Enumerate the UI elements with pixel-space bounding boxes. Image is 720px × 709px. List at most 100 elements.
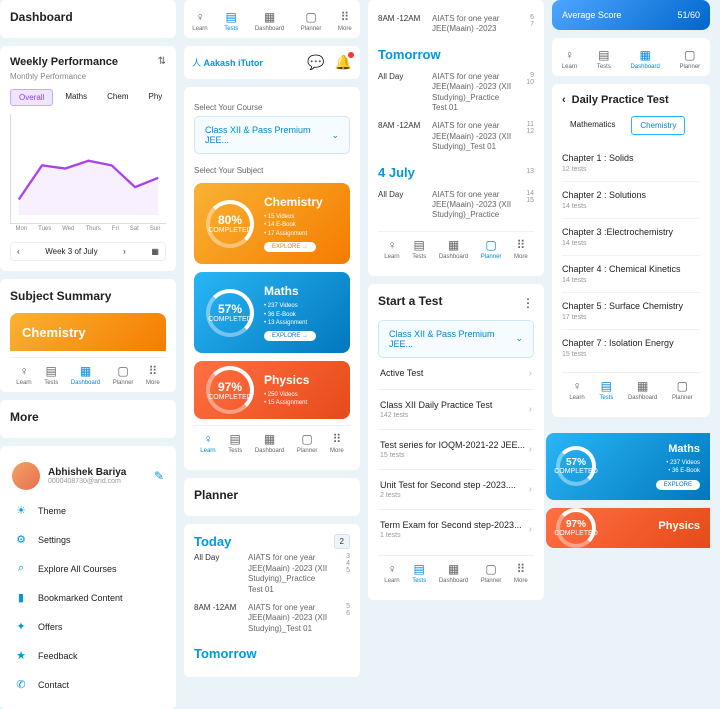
event-row[interactable]: All Day AIATS for one year JEE(Maain) -2… — [378, 186, 534, 225]
chapter-item[interactable]: Chapter 5 : Surface Chemistry17 tests — [562, 293, 700, 330]
tab-chemistry[interactable]: Chemistry — [631, 116, 685, 135]
nav-dashboard[interactable]: ▦Dashboard — [628, 379, 657, 401]
tab-overall[interactable]: Overall — [10, 89, 53, 106]
event-row[interactable]: All Day AIATS for one year JEE(Maain) -2… — [378, 68, 534, 118]
doc-icon: ▤ — [46, 364, 57, 378]
nav-planner[interactable]: ▢Planner — [297, 432, 318, 454]
star-icon: ✦ — [14, 620, 28, 633]
explore-button[interactable]: EXPLORE — [656, 480, 700, 490]
nav-planner[interactable]: ▢Planner — [301, 10, 322, 32]
edit-icon[interactable]: ✎ — [154, 469, 164, 483]
nav-planner[interactable]: ▢Planner — [679, 48, 700, 70]
sort-icon[interactable]: ⇅ — [158, 56, 166, 67]
nav-learn[interactable]: ♀Learn — [562, 48, 577, 70]
nav-more[interactable]: ⠿More — [338, 10, 352, 32]
subject-card-maths[interactable]: 57%COMPLETED Maths • 237 Videos• 36 E-Bo… — [194, 272, 350, 353]
tab-phy[interactable]: Phy — [140, 89, 170, 106]
dash-icon: ▦ — [80, 364, 91, 378]
test-item[interactable]: Term Exam for Second step-2023...1 tests… — [378, 510, 534, 549]
july4-header: 4 July — [378, 165, 415, 180]
nav-dashboard[interactable]: ▦Dashboard — [71, 364, 100, 386]
test-item[interactable]: Active Test› — [378, 358, 534, 390]
nav-more[interactable]: ⠿More — [146, 364, 160, 386]
nav-learn[interactable]: ♀Learn — [569, 379, 584, 401]
nav-tests[interactable]: ▤Tests — [412, 238, 426, 260]
menu-explore[interactable]: ⌕Explore All Courses — [10, 554, 166, 583]
week-next-icon[interactable]: › — [123, 247, 126, 256]
calendar-icon[interactable]: ▦ — [151, 247, 159, 256]
nav-dashboard[interactable]: ▦Dashboard — [255, 432, 284, 454]
kebab-icon[interactable]: ⋮ — [522, 296, 534, 310]
menu-feedback[interactable]: ★Feedback — [10, 641, 166, 670]
nav-dashboard[interactable]: ▦Dashboard — [439, 562, 468, 584]
profile-row[interactable]: Abhishek Bariya 0000408730@arid.com ✎ — [10, 456, 166, 496]
summary-chem-label: Chemistry — [22, 325, 86, 340]
nav-tests[interactable]: ▤Tests — [228, 432, 242, 454]
explore-button[interactable]: EXPLORE → — [264, 331, 316, 341]
nav-learn[interactable]: ♀Learn — [200, 432, 215, 454]
course-dropdown[interactable]: Class XII & Pass Premium JEE...⌄ — [378, 320, 534, 358]
menu-settings[interactable]: ⚙Settings — [10, 525, 166, 554]
weekly-perf-title: Weekly Performance — [10, 56, 118, 68]
search-icon: ⌕ — [14, 562, 28, 575]
nav-planner[interactable]: ▢Planner — [481, 238, 502, 260]
nav-learn[interactable]: ♀Learn — [384, 562, 399, 584]
test-item[interactable]: Unit Test for Second step -2023....2 tes… — [378, 470, 534, 510]
menu-theme[interactable]: ☀Theme — [10, 496, 166, 525]
tab-chem[interactable]: Chem — [99, 89, 136, 106]
event-row[interactable]: 8AM -12AM AIATS for one year JEE(Maain) … — [194, 599, 350, 638]
chapter-item[interactable]: Chapter 2 : Solutions14 tests — [562, 182, 700, 219]
test-item[interactable]: Class XII Daily Practice Test142 tests› — [378, 390, 534, 430]
nav-tests[interactable]: ▤Tests — [224, 10, 238, 32]
tab-mathematics[interactable]: Mathematics — [562, 116, 623, 135]
nav-tests[interactable]: ▤Tests — [599, 379, 613, 401]
subject-card-chemistry[interactable]: 80%COMPLETED Chemistry • 15 Videos• 14 E… — [194, 183, 350, 264]
event-row[interactable]: 8AM -12AM AIATS for one year JEE(Maain) … — [378, 117, 534, 156]
week-prev-icon[interactable]: ‹ — [17, 247, 20, 256]
menu-contact[interactable]: ✆Contact — [10, 670, 166, 699]
nav-tests[interactable]: ▤Tests — [44, 364, 58, 386]
chat-icon[interactable]: 💬 — [307, 54, 324, 71]
dpt-title: Daily Practice Test — [572, 94, 669, 106]
nav-more[interactable]: ⠿More — [330, 432, 344, 454]
nav-more[interactable]: ⠿More — [514, 562, 528, 584]
nav-dashboard[interactable]: ▦Dashboard — [255, 10, 284, 32]
nav-planner[interactable]: ▢Planner — [481, 562, 502, 584]
chart-days: MonTuesWedThursFriSatSun — [10, 226, 166, 232]
test-item[interactable]: Test series for IOQM-2021-22 JEE...15 te… — [378, 430, 534, 470]
bell-icon[interactable]: 🔔 — [335, 54, 352, 71]
nav-learn[interactable]: ♀Learn — [192, 10, 207, 32]
nav-tests[interactable]: ▤Tests — [597, 48, 611, 70]
nav-planner[interactable]: ▢Planner — [672, 379, 693, 401]
chevron-down-icon: ⌄ — [515, 333, 523, 344]
nav-more[interactable]: ⠿More — [514, 238, 528, 260]
menu-offers[interactable]: ✦Offers — [10, 612, 166, 641]
event-row[interactable]: All Day AIATS for one year JEE(Maain) -2… — [194, 549, 350, 599]
nav-learn[interactable]: ♀Learn — [16, 364, 31, 386]
phone-icon: ✆ — [14, 678, 28, 691]
tomorrow-header: Tomorrow — [378, 47, 534, 62]
back-icon[interactable]: ‹ — [562, 94, 566, 106]
nav-dashboard[interactable]: ▦Dashboard — [630, 48, 659, 70]
tab-maths[interactable]: Maths — [57, 89, 95, 106]
nav-learn[interactable]: ♀Learn — [384, 238, 399, 260]
today-header: Today — [194, 534, 231, 549]
nav-planner[interactable]: ▢Planner — [113, 364, 134, 386]
chapter-item[interactable]: Chapter 3 :Electrochemistry14 tests — [562, 219, 700, 256]
dashboard-title: Dashboard — [10, 10, 166, 24]
explore-button[interactable]: EXPLORE → — [264, 242, 316, 252]
subject-card-physics[interactable]: 97%COMPLETED Physics • 250 Videos• 15 As… — [194, 361, 350, 419]
menu-bookmarked[interactable]: ▮Bookmarked Content — [10, 583, 166, 612]
nav-dashboard[interactable]: ▦Dashboard — [439, 238, 468, 260]
mini-subject-physics[interactable]: 97%COMPLETED Physics — [546, 508, 710, 548]
star-icon: ★ — [14, 649, 28, 662]
event-row[interactable]: 8AM -12AM AIATS for one year JEE(Maain) … — [378, 10, 534, 39]
chapter-item[interactable]: Chapter 4 : Chemical Kinetics14 tests — [562, 256, 700, 293]
chapter-item[interactable]: Chapter 7 : Isolation Energy15 tests — [562, 330, 700, 366]
sun-icon: ☀ — [14, 504, 28, 517]
profile-name: Abhishek Bariya — [48, 467, 126, 478]
chapter-item[interactable]: Chapter 1 : Solids12 tests — [562, 145, 700, 182]
course-dropdown[interactable]: Class XII & Pass Premium JEE...⌄ — [194, 116, 350, 154]
nav-tests[interactable]: ▤Tests — [412, 562, 426, 584]
mini-subject-maths[interactable]: 57%COMPLETED Maths • 237 Videos• 36 E-Bo… — [546, 433, 710, 500]
